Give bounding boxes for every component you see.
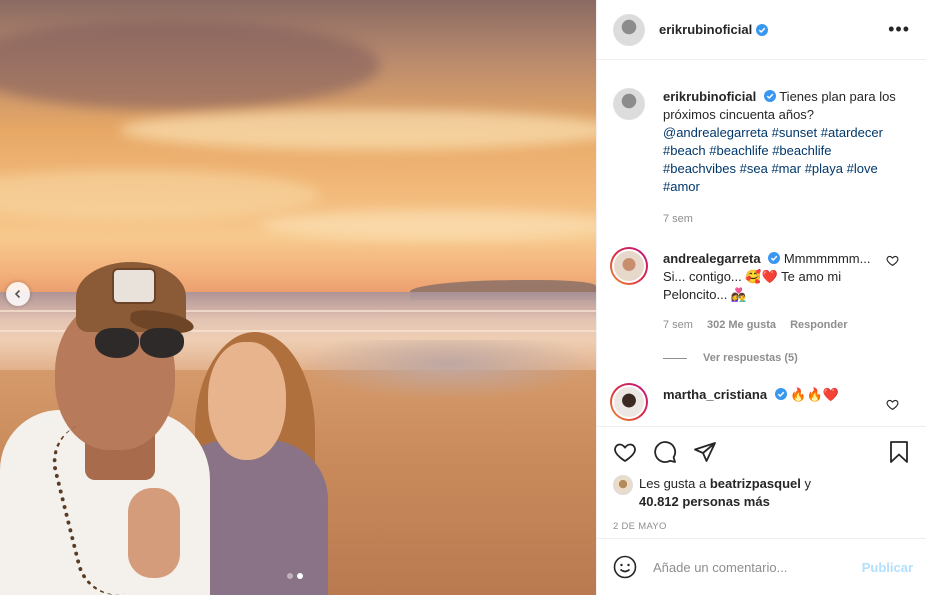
hashtag-link[interactable]: #beachvibes [663,161,736,176]
publish-button[interactable]: Publicar [862,560,913,575]
hashtag-link[interactable]: #sea [740,161,768,176]
sunglasses-lens [95,328,139,358]
chevron-left-icon [14,289,21,299]
avatar-story-ring[interactable] [610,247,648,285]
bookmark-icon[interactable] [887,440,911,464]
comment: martha_cristiana 🔥🔥❤️ [610,383,911,421]
carousel-indicator [287,573,303,579]
cloud [0,170,320,220]
view-replies-label: Ver respuestas (5) [703,352,798,364]
comment-author[interactable]: andrealegarreta [663,251,761,266]
comment-likes[interactable]: 302 Me gusta [707,316,776,334]
like-heart-icon[interactable] [613,440,637,464]
post-photo[interactable] [0,0,596,595]
caption: erikrubinoficial Tienes plan para los pr… [613,88,911,228]
heart-icon[interactable] [886,254,899,267]
mention-link[interactable]: @andrealegarreta [663,125,768,140]
comment-input[interactable] [653,559,862,575]
avatar[interactable] [613,13,645,46]
liker-username[interactable]: beatrizpasquel [710,476,801,491]
caption-body: erikrubinoficial Tienes plan para los pr… [663,88,903,228]
hashtag-link[interactable]: #amor [663,179,700,194]
avatar[interactable] [613,88,645,120]
post-actions: Les gusta a beatrizpasquel y 40.812 pers… [597,426,926,532]
comment-author[interactable]: martha_cristiana [663,387,767,402]
likes-text: Les gusta a beatrizpasquel y 40.812 pers… [639,475,811,511]
comment-body: andrealegarreta Mmmmmmm... Si... contigo… [663,250,877,334]
author-username[interactable]: erikrubinoficial [659,22,752,37]
sunglasses-lens [140,328,184,358]
hashtag-link[interactable]: #mar [771,161,801,176]
wet-sand [300,340,596,400]
hashtag-link[interactable]: #beach [663,143,706,158]
cloud [120,110,596,150]
verified-badge-icon [768,252,781,264]
heart-icon[interactable] [886,398,899,411]
post-header: erikrubinoficial ••• [597,0,926,60]
cloud [260,210,596,240]
avatar-story-ring[interactable] [610,383,648,421]
comment-time[interactable]: 7 sem [663,316,693,334]
woman-face [208,342,286,460]
reply-button[interactable]: Responder [790,316,847,334]
comment-text: 🔥🔥❤️ [790,387,839,402]
hashtag-link[interactable]: #sunset [772,125,818,140]
hashtag-link[interactable]: #atardecer [821,125,883,140]
caption-time[interactable]: 7 sem [663,210,693,228]
comment: andrealegarreta Mmmmmmm... Si... contigo… [610,247,911,334]
likes-prefix: Les gusta a [639,476,707,491]
comment-bubble-icon[interactable] [653,440,677,464]
likes-summary: Les gusta a beatrizpasquel y 40.812 pers… [613,475,911,511]
action-bar [613,439,911,465]
more-options-icon[interactable]: ••• [888,19,910,40]
carousel-dot [287,573,293,579]
cloud [0,20,380,110]
post-side-panel: erikrubinoficial ••• erikrubinoficial Ti… [596,0,926,595]
emoji-smiley-icon[interactable] [613,555,637,579]
verified-badge-icon [774,388,787,400]
cap-patch [112,268,156,304]
verified-badge-icon [756,23,769,36]
comment-body: martha_cristiana 🔥🔥❤️ [663,386,877,421]
replies-divider [663,357,687,359]
carousel-dot-active [297,573,303,579]
share-paper-plane-icon[interactable] [693,440,717,464]
add-comment-bar: Publicar [597,538,926,595]
hand [128,488,180,578]
hashtag-link[interactable]: #playa [805,161,843,176]
caption-author[interactable]: erikrubinoficial [663,89,756,104]
view-replies-button[interactable]: Ver respuestas (5) [663,352,911,364]
hashtag-link[interactable]: #beachlife [772,143,831,158]
hashtag-link[interactable]: #beachlife [709,143,768,158]
likes-count[interactable]: 40.812 personas más [639,494,770,509]
liker-avatar[interactable] [613,475,633,495]
carousel-prev-button[interactable] [6,282,30,306]
verified-badge-icon [763,90,776,102]
comments-list: erikrubinoficial Tienes plan para los pr… [597,60,926,426]
post-date[interactable]: 2 DE MAYO [613,521,911,532]
hashtag-link[interactable]: #love [847,161,878,176]
likes-joiner: y [804,476,812,491]
